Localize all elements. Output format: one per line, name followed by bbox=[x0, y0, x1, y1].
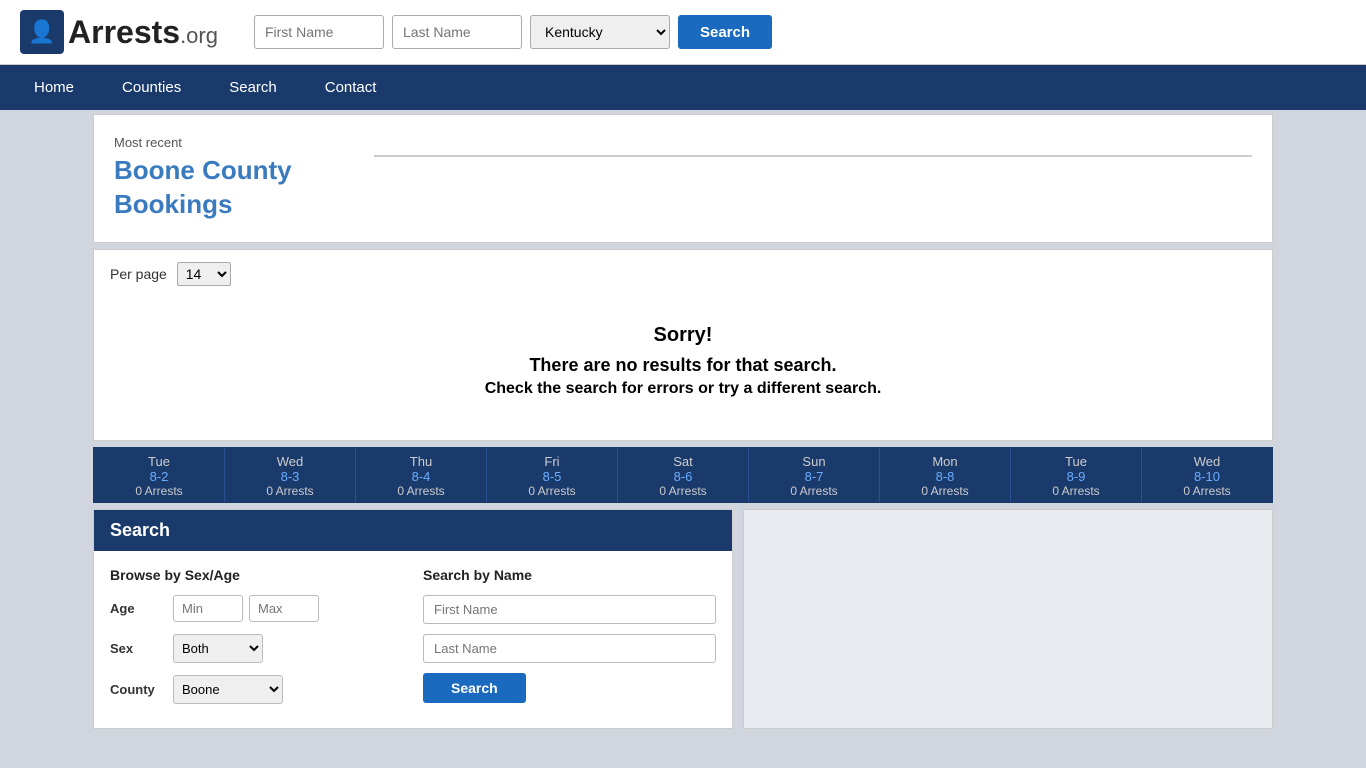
search-by-name-title: Search by Name bbox=[423, 567, 716, 583]
date-day: Fri bbox=[491, 454, 613, 469]
nav-contact[interactable]: Contact bbox=[301, 65, 401, 110]
name-col: Search by Name Search bbox=[423, 567, 716, 712]
bottom-section: Search Browse by Sex/Age Age Sex bbox=[93, 509, 1273, 729]
county-select[interactable]: Boone bbox=[173, 675, 283, 704]
date-cell: Sat 8-6 0 Arrests bbox=[618, 448, 749, 502]
age-row: Age bbox=[110, 595, 403, 622]
search-lastname-input[interactable] bbox=[423, 634, 716, 663]
nav-search[interactable]: Search bbox=[205, 65, 301, 110]
header-lastname-input[interactable] bbox=[392, 15, 522, 49]
date-arrests: 0 Arrests bbox=[491, 484, 613, 498]
date-arrests: 0 Arrests bbox=[622, 484, 744, 498]
per-page-label: Per page bbox=[110, 266, 167, 282]
most-recent-label: Most recent bbox=[114, 135, 354, 150]
date-cell: Wed 8-10 0 Arrests bbox=[1142, 448, 1272, 502]
date-day: Mon bbox=[884, 454, 1006, 469]
search-submit-button[interactable]: Search bbox=[423, 673, 526, 703]
header-state-select[interactable]: KentuckyAlabamaAlaskaArizonaArkansasCali… bbox=[530, 15, 670, 49]
logo-icon: 👤 bbox=[20, 10, 64, 54]
date-day: Wed bbox=[1146, 454, 1268, 469]
date-cell: Thu 8-4 0 Arrests bbox=[356, 448, 487, 502]
date-day: Thu bbox=[360, 454, 482, 469]
right-panel bbox=[743, 509, 1273, 729]
date-link[interactable]: 8-6 bbox=[622, 469, 744, 484]
header-search-button[interactable]: Search bbox=[678, 15, 772, 49]
logo-text: Arrests.org bbox=[68, 14, 218, 51]
date-cell: Wed 8-3 0 Arrests bbox=[225, 448, 356, 502]
sex-label: Sex bbox=[110, 641, 165, 656]
county-label: County bbox=[110, 682, 165, 697]
header-search-form: KentuckyAlabamaAlaskaArizonaArkansasCali… bbox=[254, 15, 772, 49]
age-max-input[interactable] bbox=[249, 595, 319, 622]
search-panel: Search Browse by Sex/Age Age Sex bbox=[93, 509, 733, 729]
date-link[interactable]: 8-3 bbox=[229, 469, 351, 484]
date-arrests: 0 Arrests bbox=[98, 484, 220, 498]
county-row: County Boone bbox=[110, 675, 403, 704]
date-cell: Mon 8-8 0 Arrests bbox=[880, 448, 1011, 502]
date-bar: Tue 8-2 0 Arrests Wed 8-3 0 Arrests Thu … bbox=[93, 447, 1273, 503]
logo-link[interactable]: 👤 Arrests.org bbox=[20, 10, 218, 54]
site-header: 👤 Arrests.org KentuckyAlabamaAlaskaArizo… bbox=[0, 0, 1366, 65]
date-day: Sun bbox=[753, 454, 875, 469]
date-cell: Tue 8-9 0 Arrests bbox=[1011, 448, 1142, 502]
date-arrests: 0 Arrests bbox=[753, 484, 875, 498]
date-link[interactable]: 8-9 bbox=[1015, 469, 1137, 484]
header-firstname-input[interactable] bbox=[254, 15, 384, 49]
date-link[interactable]: 8-10 bbox=[1146, 469, 1268, 484]
date-link[interactable]: 8-2 bbox=[98, 469, 220, 484]
date-cell: Fri 8-5 0 Arrests bbox=[487, 448, 618, 502]
date-day: Sat bbox=[622, 454, 744, 469]
browse-col: Browse by Sex/Age Age Sex Both bbox=[110, 567, 403, 712]
date-link[interactable]: 8-5 bbox=[491, 469, 613, 484]
main-content: Most recent Boone County Bookings Per pa… bbox=[83, 114, 1283, 729]
results-area: Per page 7142550100 Sorry! There are no … bbox=[93, 249, 1273, 441]
date-arrests: 0 Arrests bbox=[884, 484, 1006, 498]
date-day: Tue bbox=[1015, 454, 1137, 469]
nav-counties[interactable]: Counties bbox=[98, 65, 205, 110]
date-arrests: 0 Arrests bbox=[229, 484, 351, 498]
date-link[interactable]: 8-7 bbox=[753, 469, 875, 484]
date-arrests: 0 Arrests bbox=[360, 484, 482, 498]
age-min-input[interactable] bbox=[173, 595, 243, 622]
age-label: Age bbox=[110, 601, 165, 616]
per-page-select[interactable]: 7142550100 bbox=[177, 262, 231, 286]
date-day: Wed bbox=[229, 454, 351, 469]
sex-row: Sex Both Male Female bbox=[110, 634, 403, 663]
date-cell: Sun 8-7 0 Arrests bbox=[749, 448, 880, 502]
nav-home[interactable]: Home bbox=[10, 65, 98, 110]
search-firstname-input[interactable] bbox=[423, 595, 716, 624]
date-day: Tue bbox=[98, 454, 220, 469]
sex-select[interactable]: Both Male Female bbox=[173, 634, 263, 663]
browse-title: Browse by Sex/Age bbox=[110, 567, 403, 583]
date-arrests: 0 Arrests bbox=[1146, 484, 1268, 498]
date-arrests: 0 Arrests bbox=[1015, 484, 1137, 498]
date-link[interactable]: 8-8 bbox=[884, 469, 1006, 484]
no-results-message: Sorry! There are no results for that sea… bbox=[110, 294, 1256, 428]
page-title: Boone County Bookings bbox=[114, 154, 354, 222]
main-nav: Home Counties Search Contact bbox=[0, 65, 1366, 110]
date-link[interactable]: 8-4 bbox=[360, 469, 482, 484]
content-area: Most recent Boone County Bookings bbox=[93, 114, 1273, 243]
search-panel-body: Browse by Sex/Age Age Sex Both bbox=[94, 551, 732, 728]
search-panel-header: Search bbox=[94, 510, 732, 551]
date-cell: Tue 8-2 0 Arrests bbox=[94, 448, 225, 502]
